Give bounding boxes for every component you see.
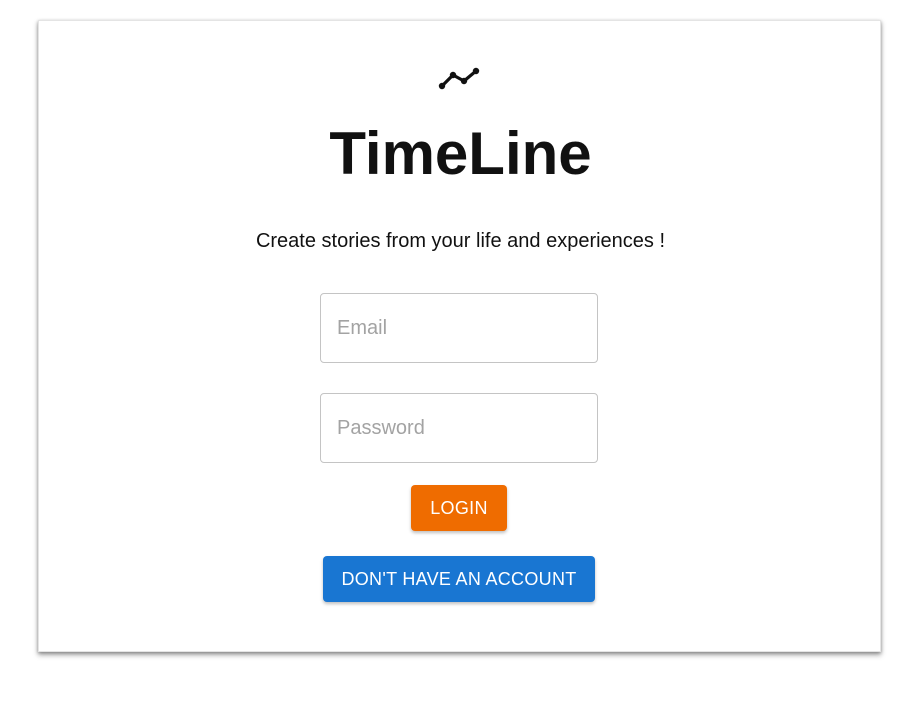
app-title: TimeLine (329, 120, 592, 187)
email-input[interactable] (321, 294, 597, 362)
timeline-chart-icon (438, 67, 480, 90)
app-tagline: Create stories from your life and experi… (255, 230, 666, 252)
password-input[interactable] (321, 394, 597, 462)
signup-button[interactable]: DON'T HAVE AN ACCOUNT (323, 556, 595, 602)
login-button[interactable]: LOGIN (411, 485, 507, 531)
password-field[interactable] (320, 393, 598, 463)
email-field[interactable] (320, 293, 598, 363)
